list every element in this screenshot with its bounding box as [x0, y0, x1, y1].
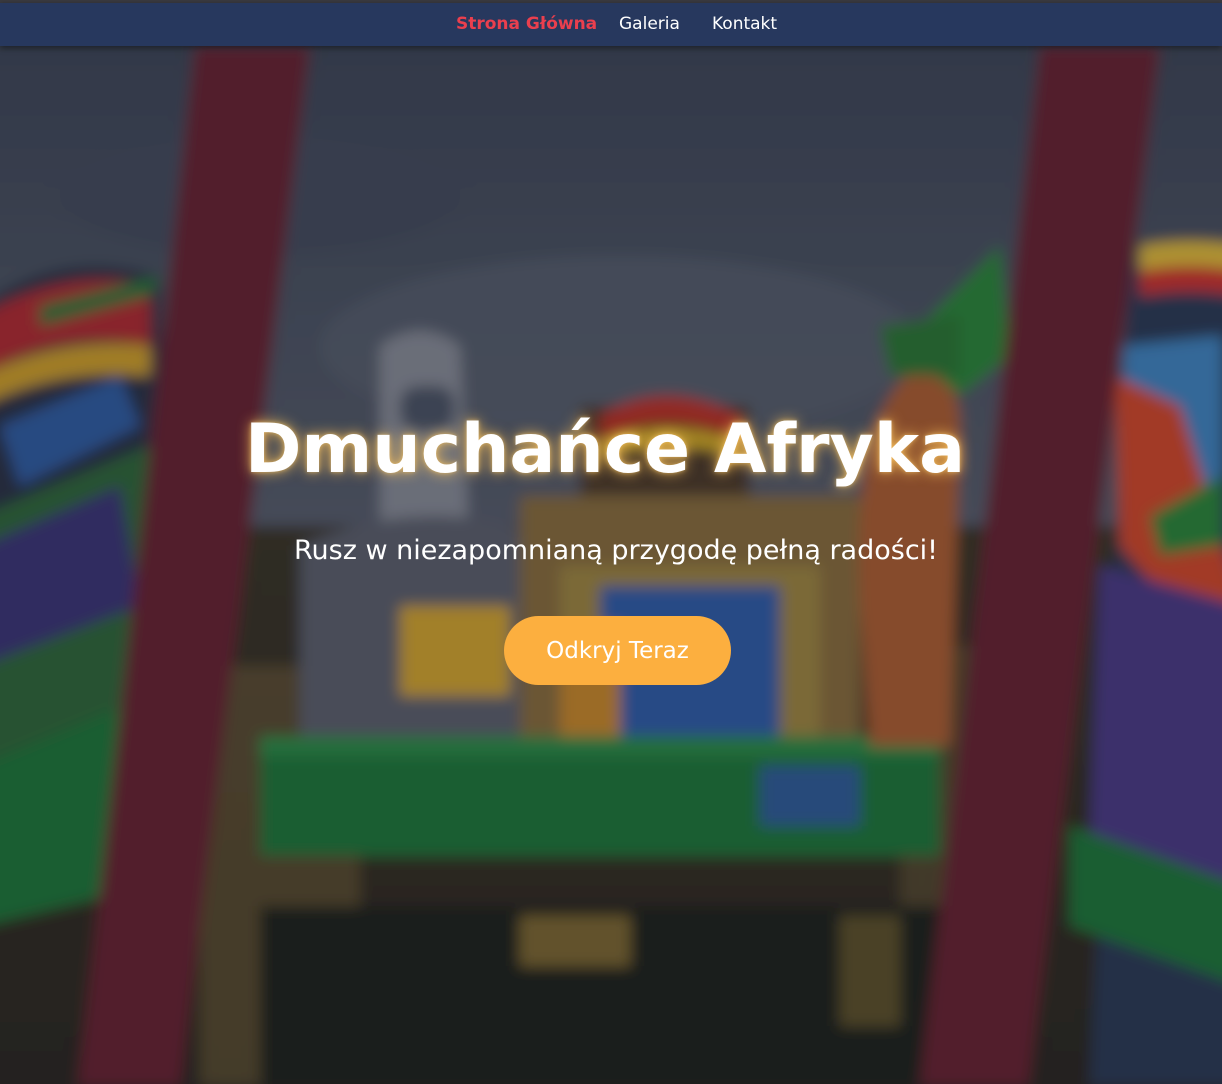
hero-section: Dmuchańce Afryka Rusz w niezapomnianą pr… — [0, 46, 1222, 1084]
nav-link-gallery[interactable]: Galeria — [619, 14, 680, 34]
nav-link-contact[interactable]: Kontakt — [712, 14, 777, 34]
hero-subtitle: Rusz w niezapomnianą przygodę pełną rado… — [293, 535, 939, 566]
nav-link-home[interactable]: Strona Główna — [456, 14, 597, 34]
hero-title: Dmuchańce Afryka — [244, 410, 965, 489]
discover-now-button[interactable]: Odkryj Teraz — [504, 616, 731, 685]
navbar: Strona Główna Galeria Kontakt — [0, 3, 1222, 46]
